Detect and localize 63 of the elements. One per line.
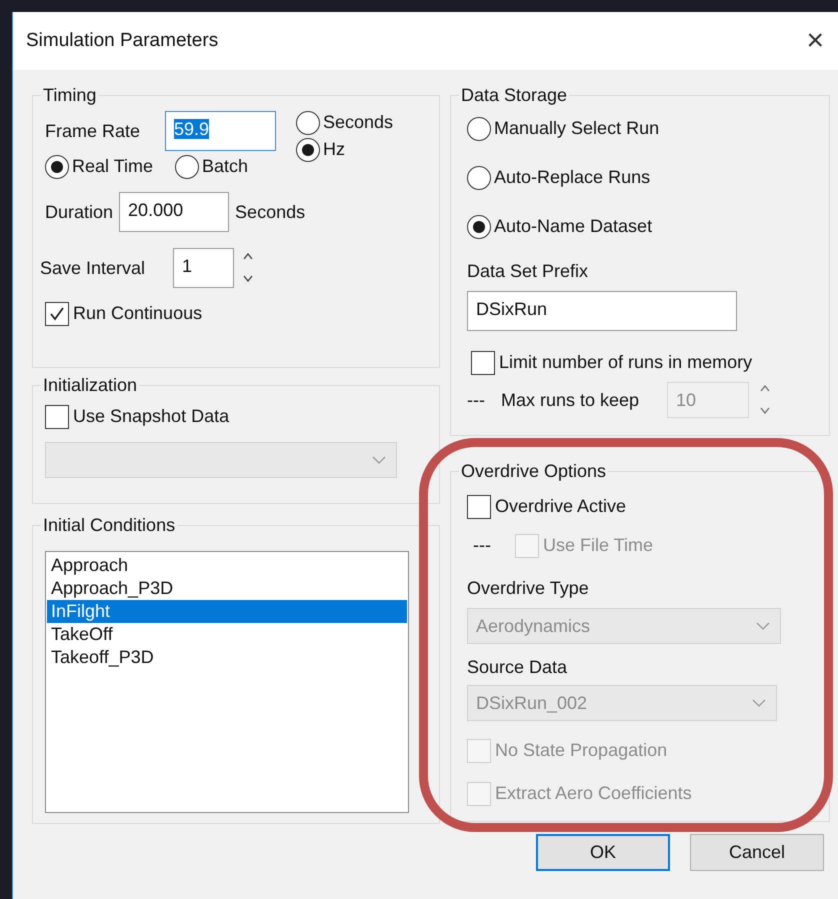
list-item[interactable]: Approach_P3D	[47, 577, 407, 600]
conditions-list[interactable]: Approach Approach_P3D InFilght TakeOff Takeoff_P3D	[45, 551, 409, 813]
checkmark-icon	[48, 304, 66, 322]
spinner-arrows-icon[interactable]	[759, 383, 771, 417]
field-label: Overdrive Type	[466, 577, 590, 600]
checkbox-label: Extract Aero Coefficients	[495, 782, 692, 805]
radio-label: Seconds	[323, 111, 394, 134]
group-title: Initialization	[42, 374, 138, 397]
radio-label: Real Time	[72, 155, 154, 178]
radio-label: Batch	[202, 155, 248, 178]
checkbox-label: No State Propagation	[495, 739, 668, 762]
dropdown-value: Aerodynamics	[476, 614, 590, 638]
checkbox-label: Limit number of runs in memory	[499, 351, 752, 374]
radio-button[interactable]	[467, 116, 491, 140]
field-label: Source Data	[466, 656, 568, 679]
field-label: Duration	[45, 200, 114, 224]
list-item[interactable]: TakeOff	[47, 623, 407, 646]
field-label: Data Set Prefix	[466, 260, 590, 283]
chevron-down-icon	[752, 699, 766, 707]
radio-button[interactable]	[296, 110, 320, 134]
radio-button[interactable]	[467, 166, 491, 190]
dialog-button[interactable]: OK	[536, 834, 670, 871]
group-title: Overdrive Options	[460, 460, 608, 483]
dialog-button[interactable]: Cancel	[690, 834, 824, 871]
chevron-down-icon	[372, 456, 386, 464]
radio-button[interactable]	[175, 154, 200, 178]
group-title: Data Storage	[460, 84, 568, 107]
list-item[interactable]: Approach	[47, 554, 407, 577]
dash-marker: ---	[467, 388, 486, 412]
group-title: Initial Conditions	[42, 514, 176, 537]
list-item[interactable]: Takeoff_P3D	[47, 646, 407, 669]
spinner-arrows-icon[interactable]	[242, 251, 254, 285]
radio-label: Hz	[323, 138, 345, 161]
unit-label: Seconds	[235, 200, 306, 224]
window-title: Simulation Parameters	[26, 28, 218, 53]
field-value: 59.9	[174, 119, 210, 139]
radio-button[interactable]	[467, 214, 491, 238]
frame-rate-field[interactable]: 59.9	[165, 111, 276, 151]
radio-label: Auto-Name Dataset	[494, 215, 652, 238]
close-button[interactable]: ×	[806, 26, 824, 56]
checkbox-label: Use File Time	[543, 534, 654, 557]
checkbox[interactable]	[45, 302, 69, 326]
dropdown-value: DSixRun_002	[476, 692, 588, 714]
checkbox-label: Run Continuous	[73, 302, 202, 325]
radio-label: Manually Select Run	[494, 117, 660, 140]
checkbox[interactable]	[471, 350, 495, 374]
duration-field[interactable]: 20.000	[119, 192, 230, 232]
list-item[interactable]: InFilght	[47, 600, 407, 623]
field-label: Max runs to keep	[501, 388, 640, 412]
save-interval-field[interactable]: 1	[173, 248, 234, 288]
checkbox[interactable]	[45, 404, 69, 428]
radio-button[interactable]	[296, 138, 320, 162]
prefix-field[interactable]: DSixRun	[467, 291, 737, 331]
chevron-down-icon	[756, 622, 770, 630]
dash-marker: ---	[473, 534, 492, 557]
checkbox[interactable]	[467, 494, 491, 518]
field-label: Frame Rate	[44, 120, 142, 142]
group-title: Timing	[42, 84, 98, 107]
field-label: Save Interval	[40, 256, 146, 280]
checkbox-label: Use Snapshot Data	[73, 405, 230, 428]
checkbox-label: Overdrive Active	[495, 495, 626, 518]
radio-button[interactable]	[45, 154, 69, 178]
radio-label: Auto-Replace Runs	[494, 166, 650, 189]
